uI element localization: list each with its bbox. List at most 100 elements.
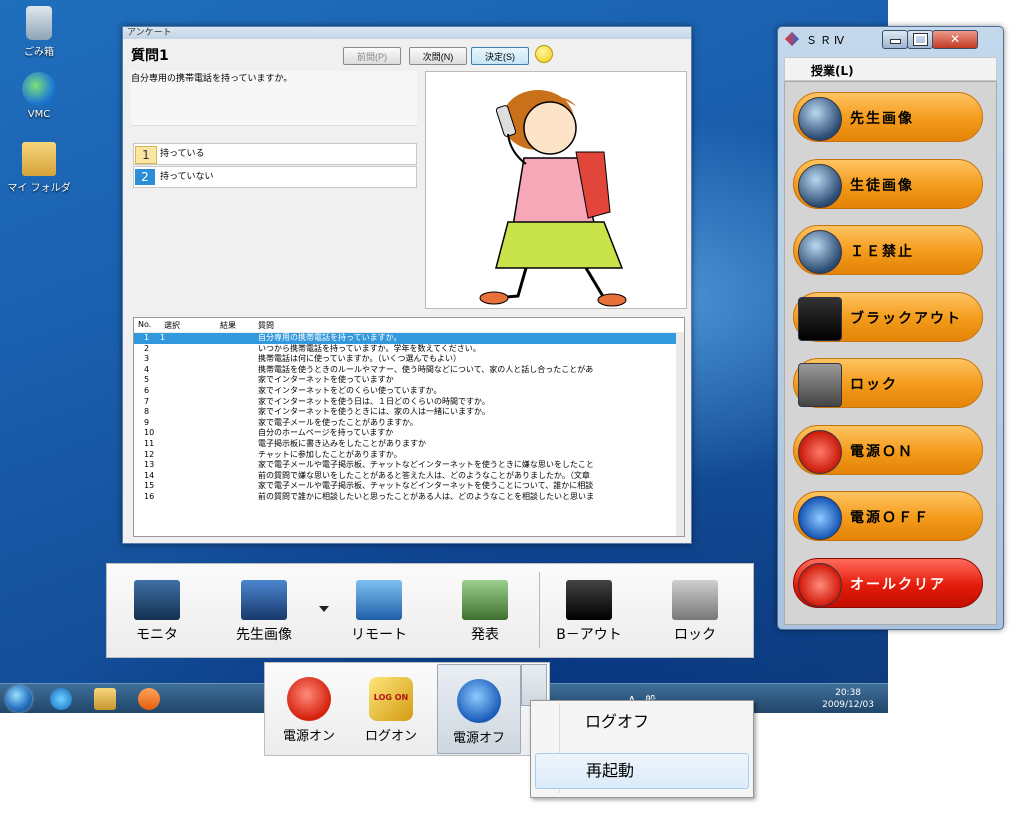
table-row[interactable]: 9 家で電子メールを使ったことがありますか。 — [134, 418, 684, 429]
col-header-result[interactable]: 結果 — [220, 320, 236, 331]
table-row[interactable]: 16 前の質問で誰かに相談したいと思ったことがある人は、どのようなことを相談したい… — [134, 492, 684, 503]
close-icon: ✕ — [949, 32, 961, 46]
next-question-button[interactable]: 次問(N) — [409, 47, 467, 65]
table-row[interactable]: 11 電子掲示板に書き込みをしたことがありますか — [134, 439, 684, 450]
logon-tool-button[interactable]: LOG ON ログオン — [349, 663, 433, 755]
student-screen-icon — [798, 164, 842, 208]
button-label: 電源ＯＦＦ — [850, 509, 930, 525]
table-row[interactable]: 7 家でインターネットを使う日は、１日どのくらいの時間ですか。 — [134, 397, 684, 408]
cell-question: 前の質問で嫌な思いをしたことがあると答えた人は、どのようなことがありましたか。（… — [258, 470, 590, 480]
table-row[interactable]: 2 いつから携帯電話を持っていますか。学年を数えてください。 — [134, 344, 684, 355]
cell-question: 家で電子メールや電子掲示板、チャットなどインターネットを使うときに嫌な思いをした… — [258, 460, 594, 470]
recycle-bin-shortcut[interactable]: ごみ箱 — [4, 6, 74, 58]
ie-block-button[interactable]: ＩＥ禁止 — [793, 225, 983, 275]
lightbulb-icon[interactable] — [535, 45, 553, 63]
blackout-button[interactable]: ブラックアウト — [793, 292, 983, 342]
col-header-no[interactable]: No. — [138, 320, 151, 329]
cell-no: 11 — [144, 438, 155, 448]
sr4-control-panel: ＳＲⅣ ✕ 授業(L) 先生画像 生徒画像 ＩＥ禁止 ブラックアウト ロック 電… — [777, 26, 1004, 630]
student-screen-button[interactable]: 生徒画像 — [793, 159, 983, 209]
power-on-icon — [798, 430, 842, 474]
table-row[interactable]: 15 家で電子メールや電子掲示板、チャットなどインターネットを使うことについて、誰… — [134, 481, 684, 492]
table-scrollbar[interactable] — [676, 332, 684, 536]
question-list-table[interactable]: No. 選択 結果 質問 1 1 自分専用の携帯電話を持っていますか。 2 いつから携帯… — [133, 317, 685, 537]
power-on-button[interactable]: 電源ＯＮ — [793, 425, 983, 475]
table-row[interactable]: 12 チャットに参加したことがありますか。 — [134, 450, 684, 461]
menu-item-restart[interactable]: 再起動 — [535, 753, 749, 789]
menu-item-logoff[interactable]: ログオフ — [535, 705, 747, 739]
start-button[interactable] — [6, 686, 32, 712]
cell-question: 携帯電話を使うときのルールやマナー、使う時間などについて、家の人と話し合ったこと… — [258, 364, 594, 374]
tool-label: 発表 — [471, 627, 499, 643]
choice-label: 持っていない — [160, 172, 214, 182]
power-off-icon — [798, 496, 842, 540]
choice-option-2[interactable]: 2 持っていない — [133, 166, 417, 188]
tool-label: モニタ — [136, 627, 178, 643]
my-folder-label: マイ フォルダ — [7, 183, 71, 194]
table-row[interactable]: 8 家でインターネットを使うときには、家の人は一緒にいますか。 — [134, 407, 684, 418]
table-row[interactable]: 14 前の質問で嫌な思いをしたことがあると答えた人は、どのようなことがありましたか… — [134, 471, 684, 482]
col-header-select[interactable]: 選択 — [164, 320, 180, 331]
menu-lesson[interactable]: 授業(L) — [811, 62, 854, 79]
table-row[interactable]: 13 家で電子メールや電子掲示板、チャットなどインターネットを使うときに嫌な思いを… — [134, 460, 684, 471]
table-row[interactable]: 10 自分のホームページを持っていますか — [134, 428, 684, 439]
cell-question: 自分専用の携帯電話を持っていますか。 — [258, 333, 402, 342]
table-row[interactable]: 3 携帯電話は何に使っていますか。（いくつ選んでもよい） — [134, 354, 684, 365]
button-label: 電源ＯＮ — [850, 443, 914, 459]
clock[interactable]: 20:38 2009/12/03 — [822, 687, 874, 711]
my-folder-icon — [22, 142, 56, 176]
binoculars-monitor-icon — [134, 580, 180, 620]
ie-block-icon — [798, 230, 842, 274]
maximize-button[interactable] — [907, 30, 933, 49]
submit-button[interactable]: 決定(S) — [471, 47, 529, 65]
monitor-tool-button[interactable]: モニタ — [121, 574, 193, 654]
table-row[interactable]: 4 携帯電話を使うときのルールやマナー、使う時間などについて、家の人と話し合ったこ… — [134, 365, 684, 376]
logon-badge: LOG ON — [373, 693, 409, 702]
tool-label: 電源オフ — [452, 731, 505, 746]
teacher-screen-tool-button[interactable]: 先生画像 — [219, 574, 309, 654]
question-title: 質問1 — [131, 48, 169, 64]
power-on-tool-button[interactable]: 電源オン — [267, 663, 351, 755]
cell-no: 13 — [144, 460, 155, 470]
my-folder-shortcut[interactable]: マイ フォルダ — [4, 142, 74, 194]
all-clear-icon — [798, 563, 842, 607]
power-off-tool-button[interactable]: 電源オフ — [437, 664, 521, 754]
vmc-globe-icon — [22, 72, 56, 106]
monitor-black-icon — [798, 297, 842, 341]
media-player-taskbar-icon[interactable] — [138, 688, 160, 710]
present-tool-button[interactable]: 発表 — [449, 574, 521, 654]
minimize-icon — [889, 39, 901, 44]
table-row[interactable]: 1 1 自分専用の携帯電話を持っていますか。 — [134, 333, 684, 344]
table-row[interactable]: 5 家でインターネットを使っていますか — [134, 375, 684, 386]
cell-question: 家で電子メールを使ったことがありますか。 — [258, 417, 418, 427]
all-clear-button[interactable]: オールクリア — [793, 558, 983, 608]
power-off-button[interactable]: 電源ＯＦＦ — [793, 491, 983, 541]
app-logo-icon — [784, 31, 800, 47]
cell-question: 家で電子メールや電子掲示板、チャットなどインターネットを使うことについて、誰かに… — [258, 481, 594, 491]
blackout-tool-button[interactable]: B－アウト — [553, 574, 625, 654]
table-row[interactable]: 6 家でインターネットをどのくらい使っていますか。 — [134, 386, 684, 397]
button-label: ブラックアウト — [850, 310, 962, 326]
cell-no: 9 — [144, 417, 150, 427]
explorer-taskbar-icon[interactable] — [94, 688, 116, 710]
choice-option-1[interactable]: 1 持っている — [133, 143, 417, 165]
vmc-shortcut[interactable]: VMC — [4, 72, 74, 120]
lock-tool-button[interactable]: ロック — [659, 574, 731, 654]
col-header-question[interactable]: 質問 — [258, 320, 274, 331]
chevron-down-icon[interactable] — [319, 606, 329, 612]
minimize-button[interactable] — [882, 30, 908, 49]
teacher-screen-button[interactable]: 先生画像 — [793, 92, 983, 142]
recycle-bin-icon — [26, 6, 52, 40]
cell-no: 2 — [144, 343, 150, 353]
ie-taskbar-icon[interactable] — [50, 688, 72, 710]
choice-number: 1 — [135, 146, 157, 164]
monitor-black-icon — [566, 580, 612, 620]
teacher-screen-icon — [241, 580, 287, 620]
lock-button[interactable]: ロック — [793, 358, 983, 408]
button-label: オールクリア — [850, 576, 946, 592]
remote-tool-button[interactable]: リモート — [343, 574, 415, 654]
cell-no: 6 — [144, 385, 150, 395]
cell-question: 家でインターネットをどのくらい使っていますか。 — [258, 385, 442, 395]
close-button[interactable]: ✕ — [932, 30, 978, 49]
prev-question-button[interactable]: 前問(P) — [343, 47, 401, 65]
